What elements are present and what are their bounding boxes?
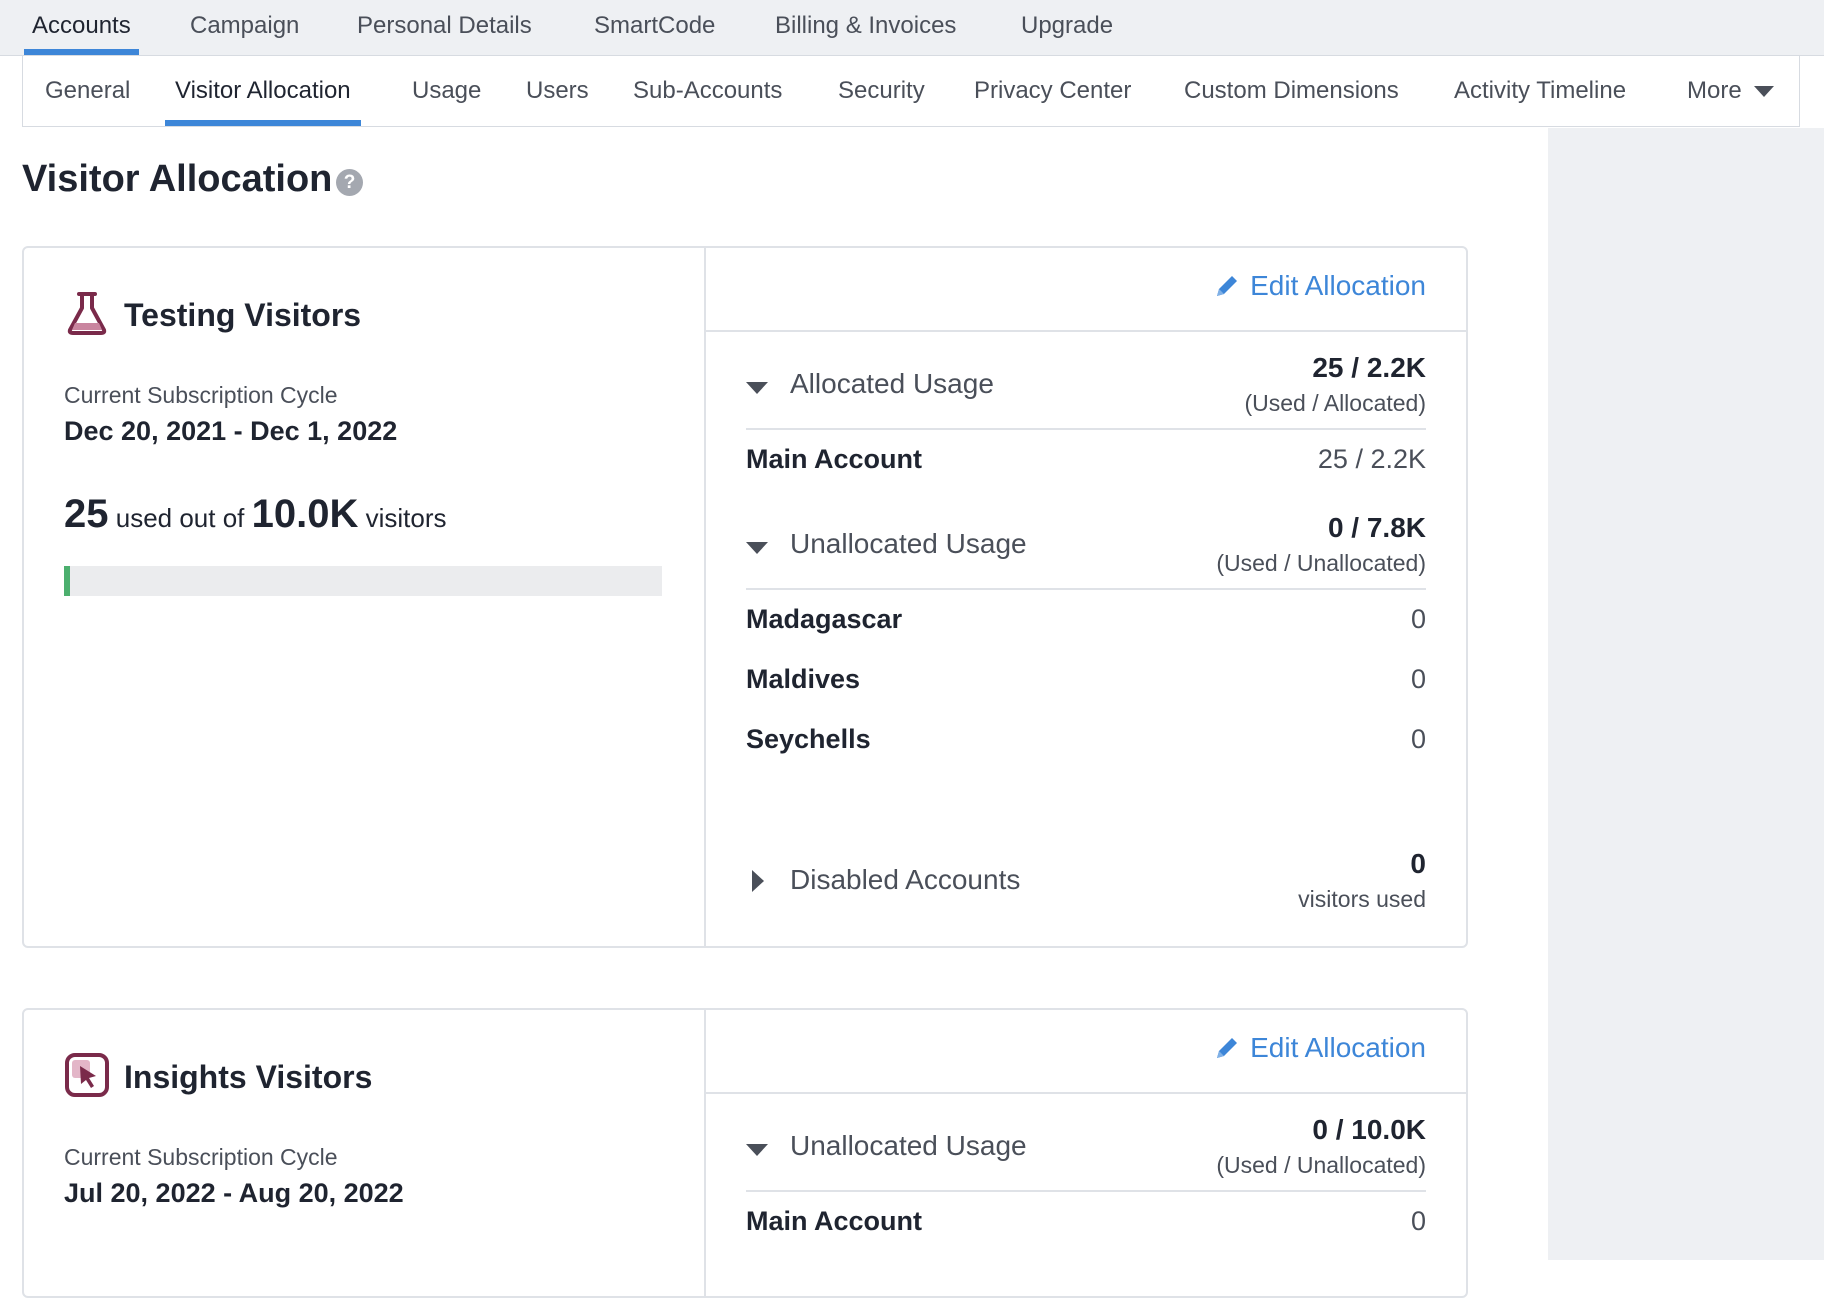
subtab-general[interactable]: General <box>45 56 130 126</box>
testing-allocation: Edit Allocation Allocated Usage 25 / 2.2… <box>706 248 1466 946</box>
card-title: Insights Visitors <box>124 1059 373 1095</box>
subtab-privacy-center[interactable]: Privacy Center <box>974 56 1131 126</box>
country-name: Maldives <box>746 664 861 694</box>
testing-summary: Testing Visitors Current Subscription Cy… <box>24 248 706 946</box>
help-icon[interactable]: ? <box>336 169 363 196</box>
unallocated-usage-header: Unallocated Usage 0 / 10.0K (Used / Unal… <box>746 1114 1426 1192</box>
allocated-usage-sub: (Used / Allocated) <box>1244 390 1426 416</box>
insights-summary: Insights Visitors Current Subscription C… <box>24 1010 706 1296</box>
country-row: Seychells 0 <box>746 724 1426 764</box>
tab-upgrade[interactable]: Upgrade <box>1021 0 1113 55</box>
subtab-security[interactable]: Security <box>838 56 925 126</box>
subtab-sub-accounts[interactable]: Sub-Accounts <box>633 56 782 126</box>
cycle-label: Current Subscription Cycle <box>64 382 338 408</box>
unallocated-usage-value: 0 / 7.8K <box>1327 512 1426 543</box>
allocated-usage-value: 25 / 2.2K <box>1312 352 1426 383</box>
disabled-accounts-sub: visitors used <box>1298 886 1426 912</box>
insights-allocation: Edit Allocation Unallocated Usage 0 / 10… <box>706 1010 1466 1296</box>
edit-row: Edit Allocation <box>706 1010 1466 1094</box>
used-text: used out of <box>115 503 245 533</box>
used-count: 25 <box>64 492 109 536</box>
country-row: Madagascar 0 <box>746 604 1426 644</box>
unallocated-usage-label[interactable]: Unallocated Usage <box>790 1130 1027 1162</box>
country-name: Seychells <box>746 724 871 754</box>
edit-allocation-label: Edit Allocation <box>1250 270 1426 301</box>
edit-row: Edit Allocation <box>706 248 1466 332</box>
usage-progress-fill <box>64 566 70 596</box>
card-header: Testing Visitors <box>64 290 361 341</box>
disabled-accounts-label[interactable]: Disabled Accounts <box>790 864 1020 896</box>
cursor-click-icon <box>64 1052 110 1103</box>
country-value: 0 <box>1410 604 1426 634</box>
sub-navigation: General Visitor Allocation Usage Users S… <box>22 56 1800 127</box>
tab-personal-details[interactable]: Personal Details <box>357 0 532 55</box>
chevron-down-icon <box>1753 86 1774 98</box>
page-title: Visitor Allocation <box>22 158 333 200</box>
unallocated-usage-label[interactable]: Unallocated Usage <box>790 528 1027 560</box>
card-title: Testing Visitors <box>124 297 362 333</box>
country-row: Maldives 0 <box>746 664 1426 704</box>
flask-icon <box>64 290 110 341</box>
caret-down-icon[interactable] <box>746 542 768 554</box>
cycle-dates: Dec 20, 2021 - Dec 1, 2022 <box>64 416 398 446</box>
subtab-custom-dimensions[interactable]: Custom Dimensions <box>1184 56 1399 126</box>
subtab-visitor-allocation[interactable]: Visitor Allocation <box>165 56 361 126</box>
cycle-dates: Jul 20, 2022 - Aug 20, 2022 <box>64 1178 404 1208</box>
subtab-users[interactable]: Users <box>526 56 589 126</box>
account-value: 25 / 2.2K <box>1317 444 1426 474</box>
pencil-icon <box>1217 1038 1238 1058</box>
testing-visitors-card: Testing Visitors Current Subscription Cy… <box>22 246 1468 948</box>
visitors-text: visitors <box>365 503 447 533</box>
edit-allocation-button[interactable]: Edit Allocation <box>1214 270 1426 302</box>
tab-billing-invoices[interactable]: Billing & Invoices <box>775 0 956 55</box>
edit-allocation-label: Edit Allocation <box>1250 1032 1426 1063</box>
edit-allocation-button[interactable]: Edit Allocation <box>1214 1032 1426 1064</box>
caret-down-icon[interactable] <box>746 382 768 394</box>
caret-down-icon[interactable] <box>746 1144 768 1156</box>
subtab-usage[interactable]: Usage <box>412 56 481 126</box>
account-value: 0 <box>1410 1206 1426 1236</box>
usage-progress-bar <box>64 566 662 596</box>
account-name: Main Account <box>746 444 923 474</box>
disabled-accounts-header: Disabled Accounts 0 visitors used <box>746 848 1426 924</box>
subtab-activity-timeline[interactable]: Activity Timeline <box>1454 56 1626 126</box>
caret-right-icon[interactable] <box>752 870 764 892</box>
country-value: 0 <box>1410 664 1426 694</box>
unallocated-usage-sub: (Used / Unallocated) <box>1216 550 1426 576</box>
main-account-row: Main Account 0 <box>746 1206 1426 1246</box>
pencil-icon <box>1217 276 1238 296</box>
total-count: 10.0K <box>251 492 359 536</box>
tab-accounts[interactable]: Accounts <box>24 0 139 55</box>
disabled-accounts-value: 0 <box>1410 848 1426 879</box>
card-header: Insights Visitors <box>64 1052 372 1103</box>
top-navigation: Accounts Campaign Personal Details Smart… <box>0 0 1824 56</box>
country-value: 0 <box>1410 724 1426 754</box>
cycle-label: Current Subscription Cycle <box>64 1144 338 1170</box>
main-account-row: Main Account 25 / 2.2K <box>746 444 1426 484</box>
unallocated-usage-value: 0 / 10.0K <box>1312 1114 1426 1145</box>
account-name: Main Account <box>746 1206 923 1236</box>
tab-smartcode[interactable]: SmartCode <box>594 0 715 55</box>
insights-visitors-card: Insights Visitors Current Subscription C… <box>22 1008 1468 1298</box>
allocated-usage-header: Allocated Usage 25 / 2.2K (Used / Alloca… <box>746 352 1426 430</box>
side-panel <box>1548 128 1824 1260</box>
usage-summary: 25 used out of 10.0K visitors <box>64 492 447 537</box>
unallocated-usage-sub: (Used / Unallocated) <box>1216 1152 1426 1178</box>
country-name: Madagascar <box>746 604 903 634</box>
allocated-usage-label[interactable]: Allocated Usage <box>790 368 994 400</box>
subtab-more[interactable]: More <box>1687 56 1774 126</box>
more-label: More <box>1687 77 1742 104</box>
unallocated-usage-header: Unallocated Usage 0 / 7.8K (Used / Unall… <box>746 512 1426 590</box>
tab-campaign[interactable]: Campaign <box>190 0 299 55</box>
